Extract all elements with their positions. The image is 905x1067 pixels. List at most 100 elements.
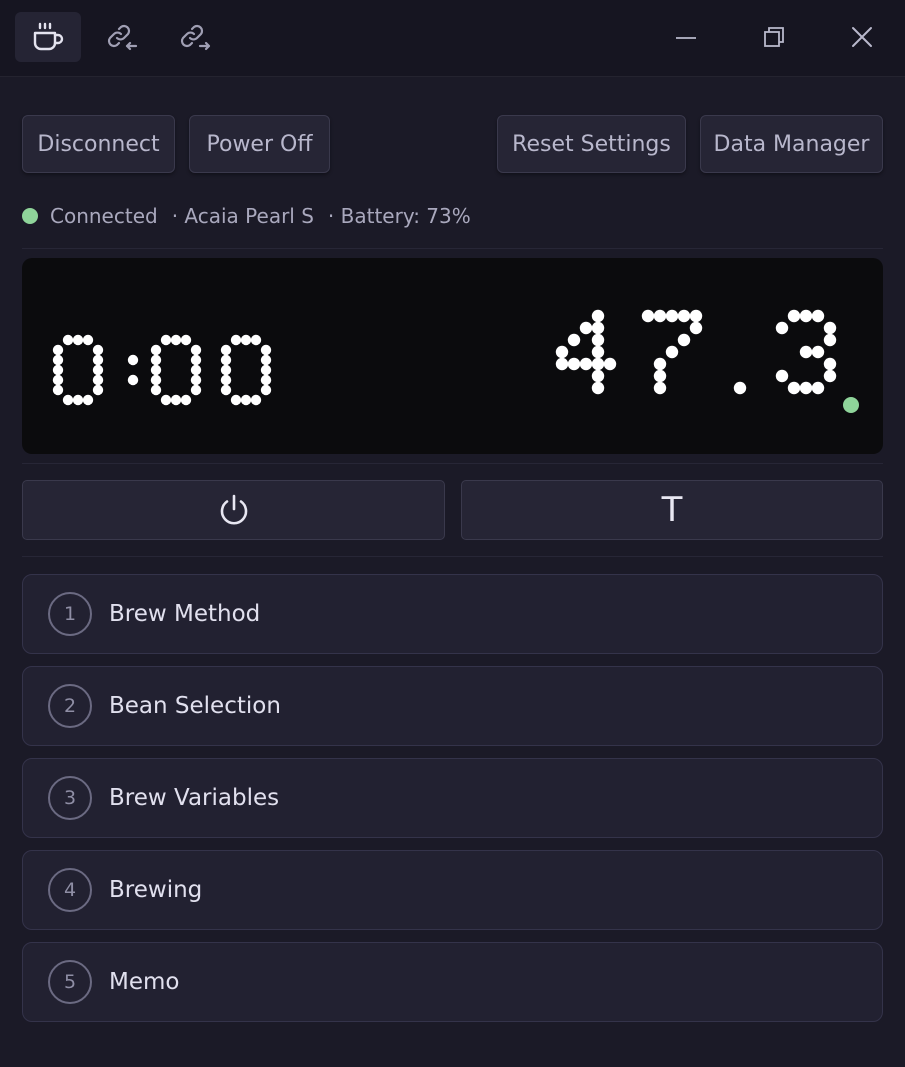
data-manager-button[interactable]: Data Manager xyxy=(700,115,883,173)
step-number-badge: 1 xyxy=(48,592,92,636)
step-label: Brew Method xyxy=(109,601,261,627)
matrix-dot xyxy=(240,334,252,346)
matrix-dot xyxy=(220,344,232,356)
matrix-dot xyxy=(591,333,605,347)
matrix-dot xyxy=(52,354,64,366)
matrix-dot xyxy=(92,364,104,376)
step-brew-variables[interactable]: 3 Brew Variables xyxy=(22,758,883,838)
matrix-dot xyxy=(677,333,691,347)
matrix-dot xyxy=(665,345,679,359)
connection-state-text: Connected xyxy=(50,204,158,228)
status-indicator-dot xyxy=(22,208,38,224)
disconnect-button[interactable]: Disconnect xyxy=(22,115,175,173)
step-number-badge: 3 xyxy=(48,776,92,820)
step-label: Brew Variables xyxy=(109,785,280,811)
matrix-dot xyxy=(823,321,837,335)
matrix-dot xyxy=(62,394,74,406)
matrix-dot xyxy=(180,334,192,346)
matrix-dot xyxy=(591,369,605,383)
step-label: Memo xyxy=(109,969,180,995)
matrix-dot xyxy=(82,394,94,406)
matrix-dot xyxy=(567,357,581,371)
restore-icon xyxy=(764,27,784,47)
matrix-dot xyxy=(62,334,74,346)
matrix-dot xyxy=(811,309,825,323)
matrix-dot xyxy=(127,354,139,366)
matrix-dot xyxy=(653,309,667,323)
matrix-dot xyxy=(220,354,232,366)
matrix-dot xyxy=(240,394,252,406)
step-label: Brewing xyxy=(109,877,203,903)
connect-out-button[interactable] xyxy=(161,12,227,62)
matrix-dot xyxy=(230,334,242,346)
matrix-dot xyxy=(823,333,837,347)
matrix-dot xyxy=(127,374,139,386)
matrix-dot xyxy=(170,334,182,346)
matrix-dot xyxy=(799,309,813,323)
matrix-dot xyxy=(823,369,837,383)
matrix-dot xyxy=(799,345,813,359)
scale-power-button[interactable] xyxy=(22,480,445,540)
matrix-dot xyxy=(150,344,162,356)
matrix-dot xyxy=(555,357,569,371)
link-in-icon xyxy=(107,24,138,51)
matrix-dot xyxy=(190,364,202,376)
matrix-dot xyxy=(250,334,262,346)
brew-tab-button[interactable] xyxy=(15,12,81,62)
matrix-dot xyxy=(190,354,202,366)
matrix-dot xyxy=(190,374,202,386)
step-brewing[interactable]: 4 Brewing xyxy=(22,850,883,930)
matrix-dot xyxy=(641,309,655,323)
divider xyxy=(22,463,883,464)
power-icon xyxy=(220,494,247,525)
stable-indicator-dot xyxy=(843,397,859,413)
matrix-dot xyxy=(82,334,94,346)
matrix-dot xyxy=(775,369,789,383)
matrix-dot xyxy=(555,345,569,359)
dot-matrix-svg xyxy=(52,309,859,413)
step-brew-method[interactable]: 1 Brew Method xyxy=(22,574,883,654)
matrix-dot xyxy=(72,334,84,346)
matrix-dot xyxy=(250,394,262,406)
connect-in-button[interactable] xyxy=(88,12,154,62)
matrix-dot xyxy=(92,384,104,396)
step-bean-selection[interactable]: 2 Bean Selection xyxy=(22,666,883,746)
step-number-badge: 4 xyxy=(48,868,92,912)
matrix-dot xyxy=(92,374,104,386)
matrix-dot xyxy=(653,357,667,371)
matrix-dot xyxy=(653,381,667,395)
matrix-dot xyxy=(811,345,825,359)
matrix-dot xyxy=(603,357,617,371)
scale-display xyxy=(22,258,883,454)
matrix-dot xyxy=(160,334,172,346)
matrix-dot xyxy=(150,354,162,366)
matrix-dot xyxy=(150,384,162,396)
power-off-button[interactable]: Power Off xyxy=(189,115,330,173)
step-number-badge: 2 xyxy=(48,684,92,728)
matrix-dot xyxy=(591,309,605,323)
matrix-dot xyxy=(260,364,272,376)
matrix-dot xyxy=(733,381,747,395)
tare-label: T xyxy=(661,490,683,530)
matrix-dot xyxy=(260,354,272,366)
tare-button[interactable]: T xyxy=(461,480,883,540)
matrix-dot xyxy=(92,344,104,356)
matrix-dot xyxy=(787,309,801,323)
matrix-dot xyxy=(180,394,192,406)
matrix-dot xyxy=(591,357,605,371)
matrix-dot xyxy=(689,321,703,335)
close-button[interactable] xyxy=(837,14,887,60)
matrix-dot xyxy=(230,394,242,406)
restore-button[interactable] xyxy=(749,14,799,60)
timer-readout xyxy=(52,334,272,406)
minimize-icon xyxy=(676,37,696,39)
matrix-dot xyxy=(52,384,64,396)
matrix-dot xyxy=(799,381,813,395)
reset-settings-button[interactable]: Reset Settings xyxy=(497,115,686,173)
matrix-dot xyxy=(579,321,593,335)
step-label: Bean Selection xyxy=(109,693,281,719)
matrix-dot xyxy=(52,374,64,386)
minimize-button[interactable] xyxy=(661,14,711,60)
step-memo[interactable]: 5 Memo xyxy=(22,942,883,1022)
matrix-dot xyxy=(150,364,162,376)
